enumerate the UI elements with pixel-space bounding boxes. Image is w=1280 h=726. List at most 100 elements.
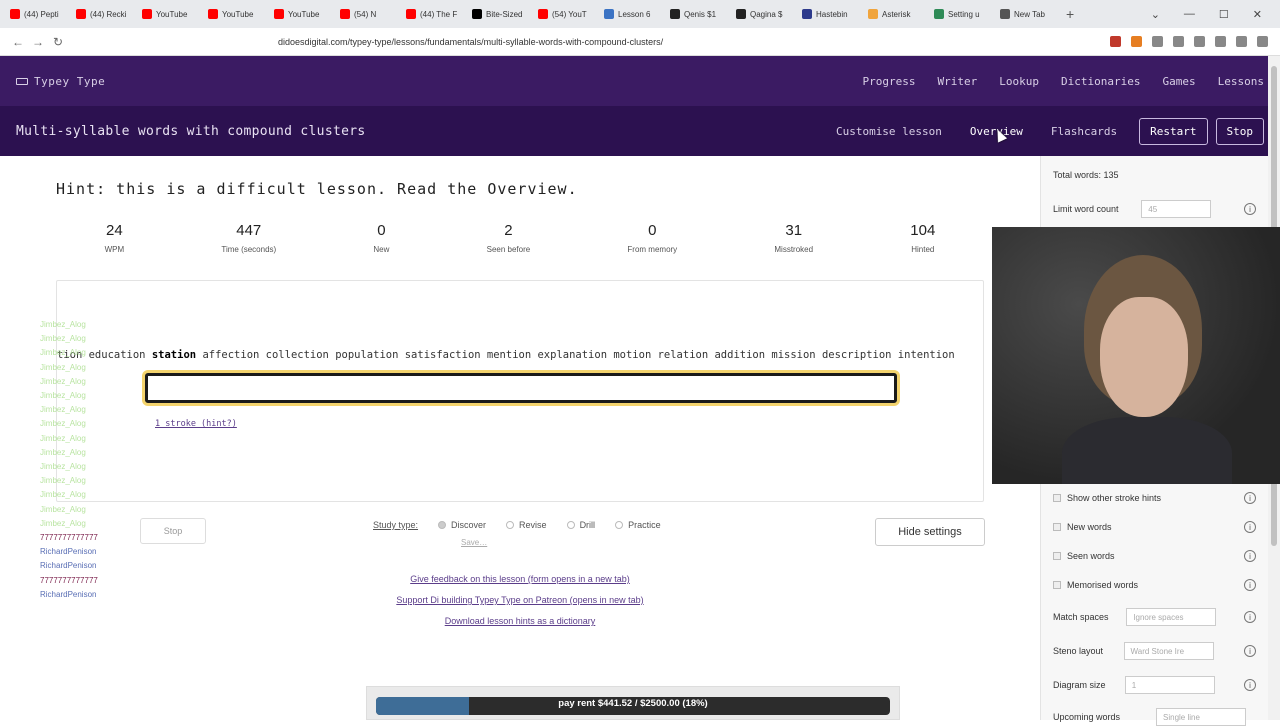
- info-icon[interactable]: i: [1244, 203, 1256, 215]
- back-icon[interactable]: ←: [8, 35, 28, 49]
- info-icon[interactable]: i: [1243, 645, 1256, 657]
- nav-item-dictionaries[interactable]: Dictionaries: [1061, 75, 1140, 88]
- window-controls: ⌄ — ☐ ✕: [1151, 8, 1280, 21]
- study-practice-radio[interactable]: Practice: [615, 520, 661, 530]
- stat-value: 447: [236, 222, 262, 239]
- browser-tab[interactable]: Qagina $: [730, 3, 796, 25]
- wallet-icon[interactable]: [1194, 36, 1205, 47]
- upcoming-words-label: Upcoming words: [1053, 712, 1121, 722]
- lesson-main: Hint: this is a difficult lesson. Read t…: [0, 156, 1040, 720]
- diagram-size-label: Diagram size: [1053, 680, 1106, 690]
- checkbox-icon: [1053, 523, 1061, 531]
- radio-icon: [566, 521, 575, 529]
- study-drill-radio[interactable]: Drill: [566, 520, 595, 530]
- save-link[interactable]: Save…: [461, 538, 487, 547]
- restart-button[interactable]: Restart: [1139, 117, 1208, 145]
- minimize-icon[interactable]: —: [1184, 8, 1195, 21]
- show-other-hints-row[interactable]: Show other stroke hints i: [1053, 492, 1256, 504]
- info-icon[interactable]: i: [1243, 679, 1256, 691]
- browser-tab[interactable]: Hastebin: [796, 3, 862, 25]
- memorised-words-row[interactable]: Memorised words i: [1053, 579, 1256, 591]
- nav-item-writer[interactable]: Writer: [938, 75, 978, 88]
- music-extension-icon[interactable]: [1152, 36, 1163, 47]
- forward-icon[interactable]: →: [28, 35, 48, 49]
- chat-username: Jimbez_Alog: [40, 348, 86, 358]
- seen-words-row[interactable]: Seen words i: [1053, 550, 1256, 562]
- stat-value: 31: [785, 222, 803, 239]
- browser-tab[interactable]: Setting u: [928, 3, 994, 25]
- sidebar-icon[interactable]: [1173, 36, 1184, 47]
- stats-row: 24 WPM 447 Time (seconds) 0 New 2 Seen before 0 F…: [56, 222, 984, 254]
- stat-hinted: 104 Hinted: [910, 222, 935, 254]
- customise-lesson-link[interactable]: Customise lesson: [822, 125, 956, 138]
- shield-extension-icon[interactable]: [1110, 36, 1121, 47]
- stop-button[interactable]: Stop: [1215, 117, 1264, 145]
- info-icon[interactable]: i: [1244, 492, 1256, 504]
- puzzle-icon[interactable]: [1215, 36, 1226, 47]
- brand-name: Typey Type: [34, 74, 106, 88]
- browser-tab[interactable]: (54) YouT: [532, 3, 598, 25]
- stat-value: 2: [504, 222, 513, 239]
- info-icon[interactable]: i: [1244, 550, 1256, 562]
- upcoming-words-select[interactable]: Single line: [1156, 708, 1246, 726]
- close-window-icon[interactable]: ✕: [1253, 8, 1262, 21]
- browser-tab[interactable]: Bite-Sized: [466, 3, 532, 25]
- webcam-person-body: [1062, 417, 1232, 484]
- info-icon[interactable]: i: [1244, 611, 1256, 623]
- stat-label: New: [373, 245, 390, 254]
- limit-word-count-input[interactable]: 45: [1141, 200, 1212, 218]
- tab-search-icon[interactable]: ⌄: [1151, 8, 1160, 21]
- study-discover-radio[interactable]: Discover: [438, 520, 486, 530]
- hide-settings-button[interactable]: Hide settings: [875, 518, 985, 546]
- browser-tab[interactable]: (54) N: [334, 3, 400, 25]
- chat-username: Jimbez_Alog: [40, 391, 86, 401]
- tab-label: New Tab: [1014, 9, 1045, 19]
- nav-item-lessons[interactable]: Lessons: [1218, 75, 1264, 88]
- match-spaces-select[interactable]: Ignore spaces: [1126, 608, 1217, 626]
- diagram-size-input[interactable]: 1: [1124, 676, 1215, 694]
- browser-tab[interactable]: Lesson 6: [598, 3, 664, 25]
- info-icon[interactable]: i: [1244, 579, 1256, 591]
- menu-icon[interactable]: [1257, 36, 1268, 47]
- lesson-material: tion education station affection collect…: [57, 349, 955, 361]
- patreon-link[interactable]: Support Di building Typey Type on Patreo…: [0, 595, 1040, 605]
- tab-favicon-icon: [736, 9, 746, 19]
- feedback-link[interactable]: Give feedback on this lesson (form opens…: [0, 574, 1040, 584]
- browser-tab-bar: (44) Pepti (44) Recki YouTube YouTube YouTub…: [0, 0, 1280, 28]
- alert-extension-icon[interactable]: [1131, 36, 1142, 47]
- tab-favicon-icon: [1000, 9, 1010, 19]
- tab-label: Qagina $: [750, 9, 783, 19]
- browser-tab[interactable]: New Tab: [994, 3, 1060, 25]
- study-revise-radio[interactable]: Revise: [506, 520, 547, 530]
- browser-tab[interactable]: YouTube: [136, 3, 202, 25]
- browser-tab[interactable]: Qenis $1: [664, 3, 730, 25]
- chat-username: Jimbez_Alog: [40, 433, 86, 443]
- radio-icon: [506, 521, 515, 529]
- url-field[interactable]: didoesdigital.com/typey-type/lessons/fun…: [278, 37, 1110, 47]
- reload-icon[interactable]: ↻: [48, 35, 68, 49]
- inner-stop-button[interactable]: Stop: [140, 518, 206, 544]
- browser-tab[interactable]: YouTube: [202, 3, 268, 25]
- brand[interactable]: Typey Type: [16, 75, 105, 88]
- maximize-icon[interactable]: ☐: [1219, 8, 1229, 21]
- nav-item-progress[interactable]: Progress: [863, 75, 916, 88]
- steno-layout-select[interactable]: Ward Stone Ire: [1123, 642, 1214, 660]
- new-words-row[interactable]: New words i: [1053, 521, 1256, 533]
- chat-overlay: Jimbez_Alog Jimbez_Alog Jimbez_Alog Jimbez_…: [40, 318, 98, 602]
- browser-tab[interactable]: YouTube: [268, 3, 334, 25]
- download-hints-link[interactable]: Download lesson hints as a dictionary: [0, 616, 1040, 626]
- stroke-hint-link[interactable]: 1 stroke (hint?): [155, 419, 237, 429]
- match-spaces-row: Match spaces Ignore spaces i: [1053, 608, 1256, 626]
- browser-tab[interactable]: (44) Recki: [70, 3, 136, 25]
- flashcards-link[interactable]: Flashcards: [1037, 125, 1131, 138]
- donation-text: pay rent $441.52 / $2500.00 (18%): [558, 697, 708, 709]
- browser-tab[interactable]: (44) The F: [400, 3, 466, 25]
- typing-input[interactable]: [145, 373, 897, 403]
- info-icon[interactable]: i: [1244, 521, 1256, 533]
- new-tab-button[interactable]: +: [1066, 6, 1074, 22]
- browser-tab[interactable]: (44) Pepti: [4, 3, 70, 25]
- nav-item-lookup[interactable]: Lookup: [999, 75, 1039, 88]
- browser-tab[interactable]: Asterisk: [862, 3, 928, 25]
- nav-item-games[interactable]: Games: [1163, 75, 1196, 88]
- shield-icon[interactable]: [1236, 36, 1247, 47]
